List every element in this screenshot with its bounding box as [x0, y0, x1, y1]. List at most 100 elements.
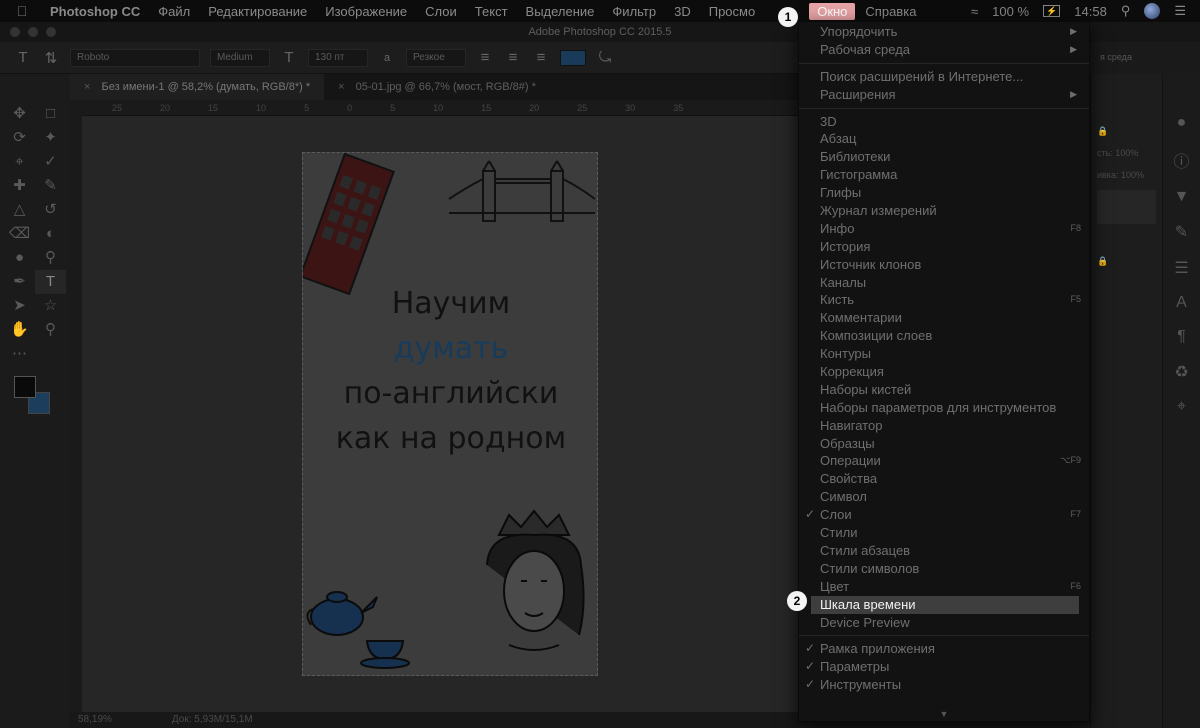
menu-item-measurement-log[interactable]: Журнал измерений [799, 202, 1089, 220]
menu-item-character-styles[interactable]: Стили символов [799, 560, 1089, 578]
menu-select[interactable]: Выделение [526, 4, 595, 19]
menu-item-paths[interactable]: Контуры [799, 345, 1089, 363]
menu-item-glyphs[interactable]: Глифы [799, 184, 1089, 202]
font-family-select[interactable]: Roboto [70, 48, 200, 67]
menu-filter[interactable]: Фильтр [612, 4, 656, 19]
close-tab-icon[interactable]: × [338, 81, 344, 93]
menu-item-3d[interactable]: 3D [799, 113, 1089, 131]
close-tab-icon[interactable]: × [84, 81, 90, 93]
close-window-button[interactable] [10, 27, 20, 37]
menu-app-name[interactable]: Photoshop CC [50, 4, 140, 19]
more-tools-icon[interactable]: ⋯ [4, 342, 35, 366]
menu-item-history[interactable]: История [799, 238, 1089, 256]
hand-tool-icon[interactable]: ✋ [4, 318, 35, 342]
align-right-icon[interactable]: ≡ [532, 49, 550, 66]
menu-item-properties[interactable]: Свойства [799, 470, 1089, 488]
scroll-down-arrow-icon[interactable]: ▼ [799, 709, 1089, 719]
minimize-window-button[interactable] [28, 27, 38, 37]
menu-item-layers[interactable]: ✓ Слои F7 [799, 506, 1089, 524]
layer-row-selected[interactable] [1097, 190, 1156, 224]
stamp-tool-icon[interactable]: △ [4, 198, 35, 222]
menu-item-brush[interactable]: Кисть F5 [799, 291, 1089, 309]
document-canvas[interactable]: Научим думать по-английски как на родном [302, 152, 598, 676]
menu-item-arrange[interactable]: Упорядочить ▶ [799, 23, 1089, 41]
dodge-tool-icon[interactable]: ⚲ [35, 246, 66, 270]
eyedropper-tool-icon[interactable]: ✓ [35, 150, 66, 174]
menu-edit[interactable]: Редактирование [208, 4, 307, 19]
vertical-ruler[interactable] [70, 116, 82, 712]
menu-image[interactable]: Изображение [325, 4, 407, 19]
healing-brush-tool-icon[interactable]: ✚ [4, 174, 35, 198]
marquee-tool-icon[interactable]: □ [35, 102, 66, 126]
menu-item-histogram[interactable]: Гистограмма [799, 166, 1089, 184]
siri-icon[interactable] [1144, 3, 1161, 19]
menu-layers[interactable]: Слои [425, 4, 457, 19]
menu-window[interactable]: Окно [809, 2, 856, 20]
menu-3d[interactable]: 3D [674, 4, 691, 19]
tab-document-1[interactable]: × Без имени-1 @ 58,2% (думать, RGB/8*) * [70, 74, 325, 100]
menu-item-channels[interactable]: Каналы [799, 274, 1089, 292]
menu-item-paragraph[interactable]: Абзац [799, 130, 1089, 148]
text-orientation-icon[interactable]: ⇅ [42, 49, 60, 67]
canvas-area[interactable]: Научим думать по-английски как на родном [82, 116, 800, 712]
font-size-select[interactable]: 130 пт [308, 48, 368, 67]
sliders-panel-icon[interactable]: ☰ [1174, 258, 1188, 278]
blur-tool-icon[interactable]: ● [4, 246, 35, 270]
pen-tool-icon[interactable]: ✒ [4, 270, 35, 294]
notification-center-icon[interactable]: ☰ [1174, 3, 1186, 19]
menu-view[interactable]: Просмо [709, 4, 755, 19]
document-size[interactable]: Док: 5,93M/15,1M [172, 712, 253, 728]
menu-item-layer-comps[interactable]: Композиции слоев [799, 327, 1089, 345]
warp-text-icon[interactable]: ⤿ [596, 49, 614, 66]
info-panel-icon[interactable]: ⓘ [1173, 148, 1189, 172]
menu-item-character[interactable]: Символ [799, 488, 1089, 506]
menu-item-styles[interactable]: Стили [799, 524, 1089, 542]
workspace-switcher[interactable]: я среда [1100, 48, 1160, 66]
battery-icon[interactable]: ⚡ [1043, 5, 1061, 17]
properties-icon[interactable]: ⌖ [1177, 398, 1186, 416]
menu-item-adjustments[interactable]: Коррекция [799, 363, 1089, 381]
menu-item-device-preview[interactable]: Device Preview [799, 614, 1089, 632]
lasso-tool-icon[interactable]: ⟳ [4, 126, 35, 150]
layer-row-locked[interactable]: 🔒 [1091, 250, 1162, 272]
menu-item-tool-presets[interactable]: Наборы параметров для инструментов [799, 399, 1089, 417]
apple-icon[interactable]:  [14, 3, 30, 19]
clock[interactable]: 14:58 [1074, 4, 1107, 19]
layer-row[interactable] [1091, 228, 1162, 250]
menu-file[interactable]: Файл [158, 4, 190, 19]
history-brush-tool-icon[interactable]: ↺ [35, 198, 66, 222]
brush-settings-icon[interactable]: ✎ [1175, 222, 1188, 242]
magic-wand-tool-icon[interactable]: ✦ [35, 126, 66, 150]
menu-item-tools[interactable]: ✓ Инструменты [799, 676, 1089, 694]
menu-item-notes[interactable]: Комментарии [799, 309, 1089, 327]
document-headline[interactable]: Научим думать по-английски как на родном [303, 281, 597, 461]
font-style-select[interactable]: Medium [210, 48, 270, 67]
menu-item-swatches[interactable]: Образцы [799, 435, 1089, 453]
menu-item-libraries[interactable]: Библиотеки [799, 148, 1089, 166]
menu-item-navigator[interactable]: Навигатор [799, 417, 1089, 435]
wifi-icon[interactable]: ≈ [971, 4, 978, 19]
menu-item-paragraph-styles[interactable]: Стили абзацев [799, 542, 1089, 560]
foreground-color-swatch[interactable] [14, 376, 36, 398]
antialias-select[interactable]: Резкое [406, 48, 466, 67]
align-center-icon[interactable]: ≡ [504, 49, 522, 66]
menu-item-options[interactable]: ✓ Параметры [799, 658, 1089, 676]
path-selection-tool-icon[interactable]: ➤ [4, 294, 35, 318]
tab-document-2[interactable]: × 05-01.jpg @ 66,7% (мост, RGB/8#) * [324, 74, 550, 100]
libraries-icon[interactable]: ♻ [1174, 362, 1188, 382]
text-color-swatch[interactable] [560, 49, 586, 66]
menu-item-info[interactable]: Инфо F8 [799, 220, 1089, 238]
crop-tool-icon[interactable]: ⌖ [4, 150, 35, 174]
menu-item-workspace[interactable]: Рабочая среда ▶ [799, 41, 1089, 59]
character-panel-icon[interactable]: A [1176, 294, 1187, 312]
paint-bucket-tool-icon[interactable]: ◐ [35, 222, 66, 246]
search-icon[interactable]: ⚲ [1121, 3, 1131, 19]
adjustments-panel-icon[interactable]: ▼ [1174, 188, 1190, 206]
zoom-window-button[interactable] [46, 27, 56, 37]
color-panel-icon[interactable]: ● [1177, 114, 1187, 132]
shape-tool-icon[interactable]: ☆ [35, 294, 66, 318]
menu-item-brush-presets[interactable]: Наборы кистей [799, 381, 1089, 399]
menu-item-find-extensions[interactable]: Поиск расширений в Интернете... [799, 68, 1089, 86]
opacity-control[interactable]: сть: 100% [1091, 142, 1162, 164]
type-tool-icon[interactable]: T [14, 49, 32, 66]
